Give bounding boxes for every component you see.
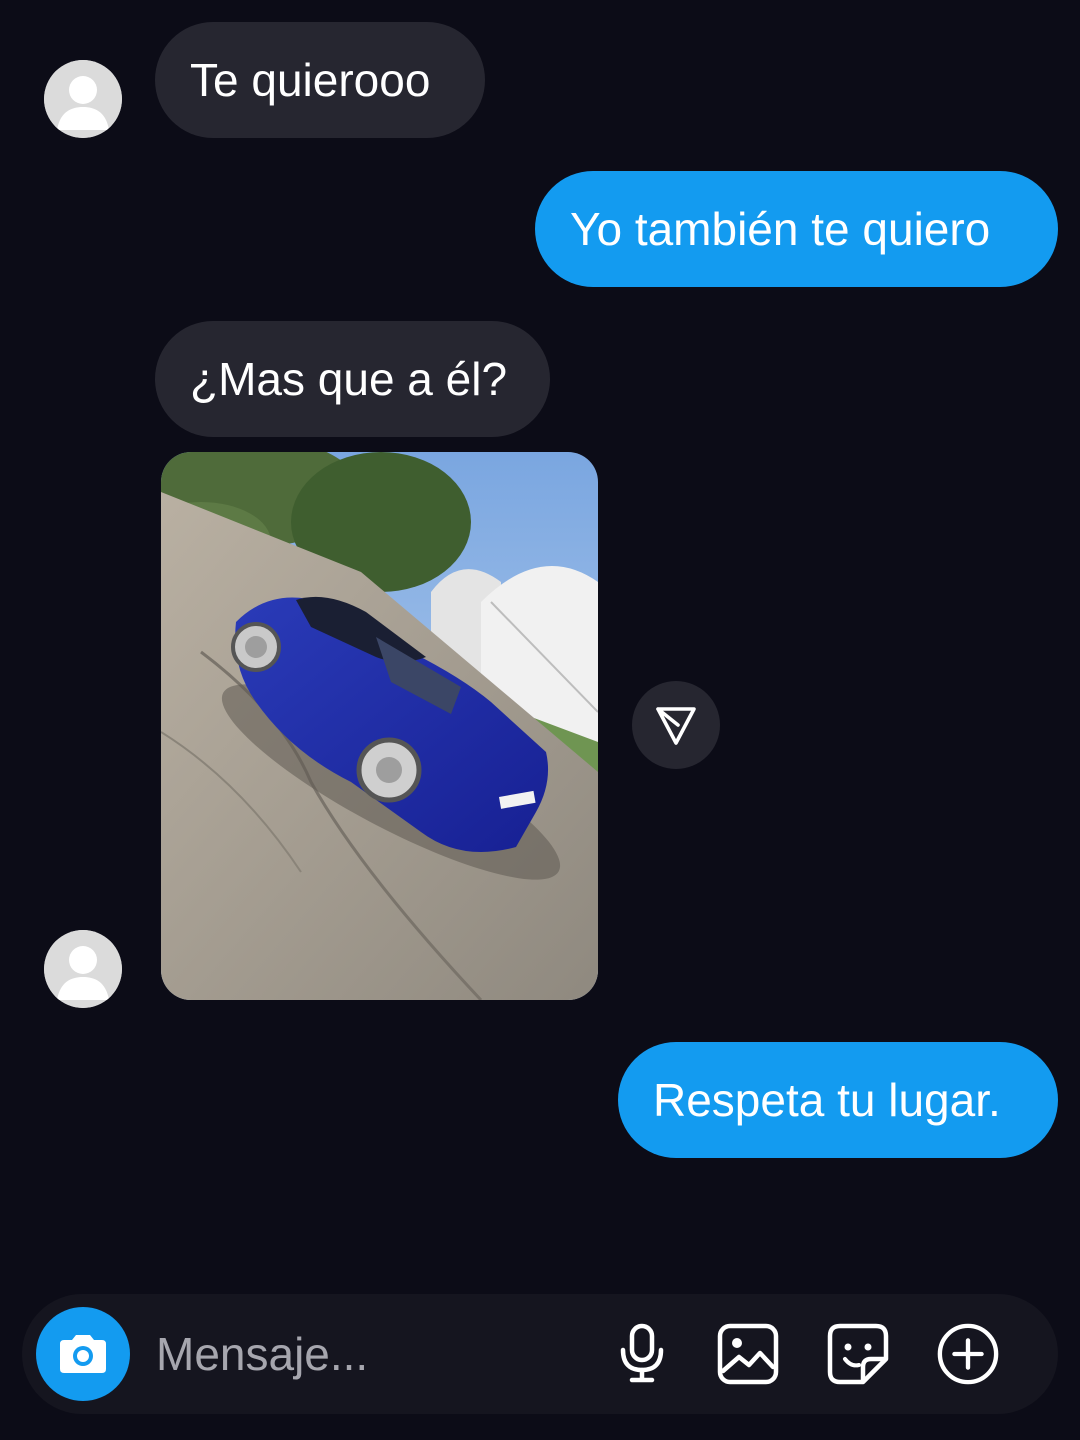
share-button[interactable] bbox=[632, 681, 720, 769]
default-avatar-icon bbox=[44, 60, 122, 138]
default-avatar-icon bbox=[44, 930, 122, 1008]
more-options-button[interactable] bbox=[936, 1322, 1000, 1386]
message-composer bbox=[22, 1294, 1058, 1414]
gallery-icon bbox=[717, 1323, 779, 1385]
outgoing-message-bubble[interactable]: Respeta tu lugar. bbox=[618, 1042, 1058, 1158]
message-text: Respeta tu lugar. bbox=[653, 1074, 1001, 1126]
sender-avatar[interactable] bbox=[44, 60, 122, 138]
sticker-icon bbox=[827, 1323, 889, 1385]
voice-message-button[interactable] bbox=[610, 1322, 674, 1386]
message-text: Te quierooo bbox=[190, 54, 431, 106]
send-icon bbox=[656, 707, 696, 745]
message-text: Yo también te quiero bbox=[570, 203, 991, 255]
car-photo bbox=[161, 452, 598, 1000]
add-icon bbox=[937, 1323, 999, 1385]
incoming-message-bubble[interactable]: Te quierooo bbox=[155, 22, 485, 138]
incoming-message-bubble[interactable]: ¿Mas que a él? bbox=[155, 321, 550, 437]
microphone-icon bbox=[620, 1323, 664, 1383]
outgoing-message-bubble[interactable]: Yo también te quiero bbox=[535, 171, 1058, 287]
message-text: ¿Mas que a él? bbox=[190, 353, 508, 405]
sender-avatar[interactable] bbox=[44, 930, 122, 1008]
sticker-button[interactable] bbox=[826, 1322, 890, 1386]
camera-icon bbox=[60, 1335, 106, 1373]
gallery-button[interactable] bbox=[716, 1322, 780, 1386]
incoming-photo-message[interactable] bbox=[161, 452, 598, 1000]
message-input[interactable] bbox=[156, 1324, 576, 1384]
camera-button[interactable] bbox=[36, 1307, 130, 1401]
